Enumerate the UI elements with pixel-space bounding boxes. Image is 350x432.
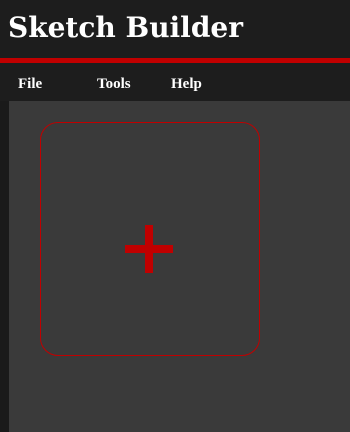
plus-icon[interactable] [125, 225, 173, 273]
menu-file[interactable]: File [18, 75, 42, 93]
plus-icon-vertical-bar [145, 225, 153, 273]
app-title: Sketch Builder [8, 11, 243, 44]
menu-tools[interactable]: Tools [97, 75, 131, 93]
menu-bar: File Tools Help [0, 63, 350, 101]
title-bar: Sketch Builder [0, 0, 350, 58]
left-edge-strip [0, 101, 9, 432]
menu-help[interactable]: Help [171, 75, 202, 93]
